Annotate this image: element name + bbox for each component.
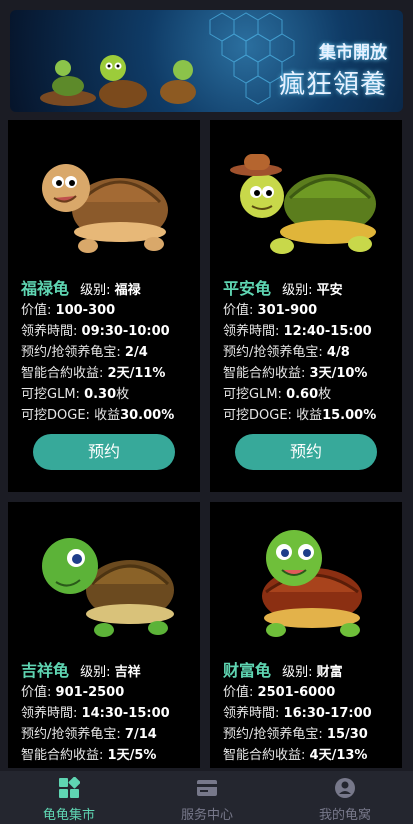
tab-service-center[interactable]: 服务中心 <box>138 771 276 824</box>
tab-my-nest[interactable]: 我的龟窝 <box>276 771 413 824</box>
price-label: 价值: <box>21 685 52 700</box>
level-label: 级别: <box>80 665 111 680</box>
reserve-value: 7/14 <box>124 727 157 742</box>
glm-unit: 枚 <box>116 387 130 402</box>
contract-yield-value: 3天/10% <box>309 366 368 381</box>
card-details: 价值: 901-2500 领养時間: 14:30-15:00 预约/抢领养龟宝:… <box>21 682 170 766</box>
level-value: 平安 <box>316 283 343 298</box>
card-details: 价值: 301-900 领养時間: 12:40-15:00 预约/抢领养龟宝: … <box>223 300 376 426</box>
adopt-time-value: 12:40-15:00 <box>283 324 372 339</box>
contract-yield-label: 智能合約收益: <box>223 366 306 381</box>
turtle-name: 平安龟 <box>223 279 272 298</box>
price-value: 301-900 <box>257 303 318 318</box>
contract-yield-value: 2天/11% <box>107 366 166 381</box>
reserve-label: 预约/抢领养龟宝: <box>21 727 121 742</box>
doge-label: 可挖DOGE: <box>21 408 90 423</box>
contract-yield-label: 智能合約收益: <box>21 366 104 381</box>
turtle-green-icon <box>42 538 174 637</box>
promo-banner[interactable]: 集市開放 瘋狂領養 <box>10 10 403 112</box>
glm-value: 0.30 <box>84 387 117 402</box>
price-value: 2501-6000 <box>257 685 336 700</box>
price-label: 价值: <box>21 303 52 318</box>
level-value: 吉祥 <box>114 665 141 680</box>
turtles-illustration <box>40 55 196 108</box>
price-value: 100-300 <box>55 303 116 318</box>
reserve-button[interactable]: 预约 <box>33 434 175 470</box>
level-label: 级别: <box>282 665 313 680</box>
contract-yield-label: 智能合約收益: <box>21 748 104 763</box>
turtle-card-jixiang: 吉祥龟 级别: 吉祥 价值: 901-2500 领养時間: 14:30-15:0… <box>8 502 200 768</box>
doge-prefix: 收益 <box>296 408 323 423</box>
user-icon <box>335 778 355 798</box>
reserve-value: 2/4 <box>124 345 148 360</box>
bottom-tab-bar: 龟龟集市 服务中心 我的龟窝 <box>0 771 413 824</box>
adopt-time-label: 领养時間: <box>21 324 78 339</box>
price-value: 901-2500 <box>55 685 125 700</box>
turtle-name: 吉祥龟 <box>21 661 70 680</box>
turtle-name: 财富龟 <box>223 661 272 680</box>
turtle-name: 福禄龟 <box>21 279 70 298</box>
price-label: 价值: <box>223 685 254 700</box>
adopt-time-label: 领养時間: <box>223 324 280 339</box>
level-label: 级别: <box>282 283 313 298</box>
contract-yield-value: 1天/5% <box>107 748 157 763</box>
glm-value: 0.60 <box>286 387 319 402</box>
glm-label: 可挖GLM: <box>21 387 80 402</box>
adopt-time-value: 16:30-17:00 <box>283 706 372 721</box>
adopt-time-label: 领养時間: <box>21 706 78 721</box>
turtle-red-shell-icon <box>262 530 362 637</box>
reserve-label: 预约/抢领养龟宝: <box>21 345 121 360</box>
price-label: 价值: <box>223 303 254 318</box>
card-details: 价值: 2501-6000 领养時間: 16:30-17:00 预约/抢领养龟宝… <box>223 682 372 766</box>
reserve-label: 预约/抢领养龟宝: <box>223 727 323 742</box>
turtle-card-fulu: 福禄龟 级别: 福禄 价值: 100-300 领养時間: 09:30-10:00… <box>8 120 200 492</box>
tab-label: 龟龟集市 <box>42 808 95 823</box>
contract-yield-value: 4天/13% <box>309 748 368 763</box>
card-icon <box>197 780 217 796</box>
turtle-card-caifu: 财富龟 级别: 财富 价值: 2501-6000 领养時間: 16:30-17:… <box>210 502 402 768</box>
contract-yield-label: 智能合約收益: <box>223 748 306 763</box>
turtle-hat-icon <box>230 154 376 254</box>
card-details: 价值: 100-300 领养時間: 09:30-10:00 预约/抢领养龟宝: … <box>21 300 174 426</box>
doge-prefix: 收益 <box>94 408 121 423</box>
tab-label: 服务中心 <box>180 808 233 823</box>
glm-label: 可挖GLM: <box>223 387 282 402</box>
level-value: 福禄 <box>114 283 141 298</box>
adopt-time-value: 09:30-10:00 <box>81 324 170 339</box>
banner-line1: 集市開放 <box>319 43 387 63</box>
doge-value: 30.00% <box>120 408 175 423</box>
turtle-card-pingan: 平安龟 级别: 平安 价值: 301-900 领养時間: 12:40-15:00… <box>210 120 402 492</box>
tab-label: 我的龟窝 <box>318 808 371 823</box>
level-value: 财富 <box>316 665 343 680</box>
banner-line2: 瘋狂領養 <box>278 70 387 100</box>
glm-unit: 枚 <box>318 387 332 402</box>
reserve-value: 4/8 <box>326 345 350 360</box>
adopt-time-label: 领养時間: <box>223 706 280 721</box>
turtle-market-grid: 福禄龟 级别: 福禄 价值: 100-300 领养時間: 09:30-10:00… <box>8 120 405 768</box>
reserve-button[interactable]: 预约 <box>235 434 377 470</box>
doge-label: 可挖DOGE: <box>223 408 292 423</box>
turtle-brown-icon <box>42 164 168 253</box>
doge-value: 15.00% <box>322 408 377 423</box>
adopt-time-value: 14:30-15:00 <box>81 706 170 721</box>
level-label: 级别: <box>80 283 111 298</box>
reserve-value: 15/30 <box>326 727 368 742</box>
grid-icon <box>59 777 80 798</box>
reserve-label: 预约/抢领养龟宝: <box>223 345 323 360</box>
tab-market[interactable]: 龟龟集市 <box>0 771 138 824</box>
